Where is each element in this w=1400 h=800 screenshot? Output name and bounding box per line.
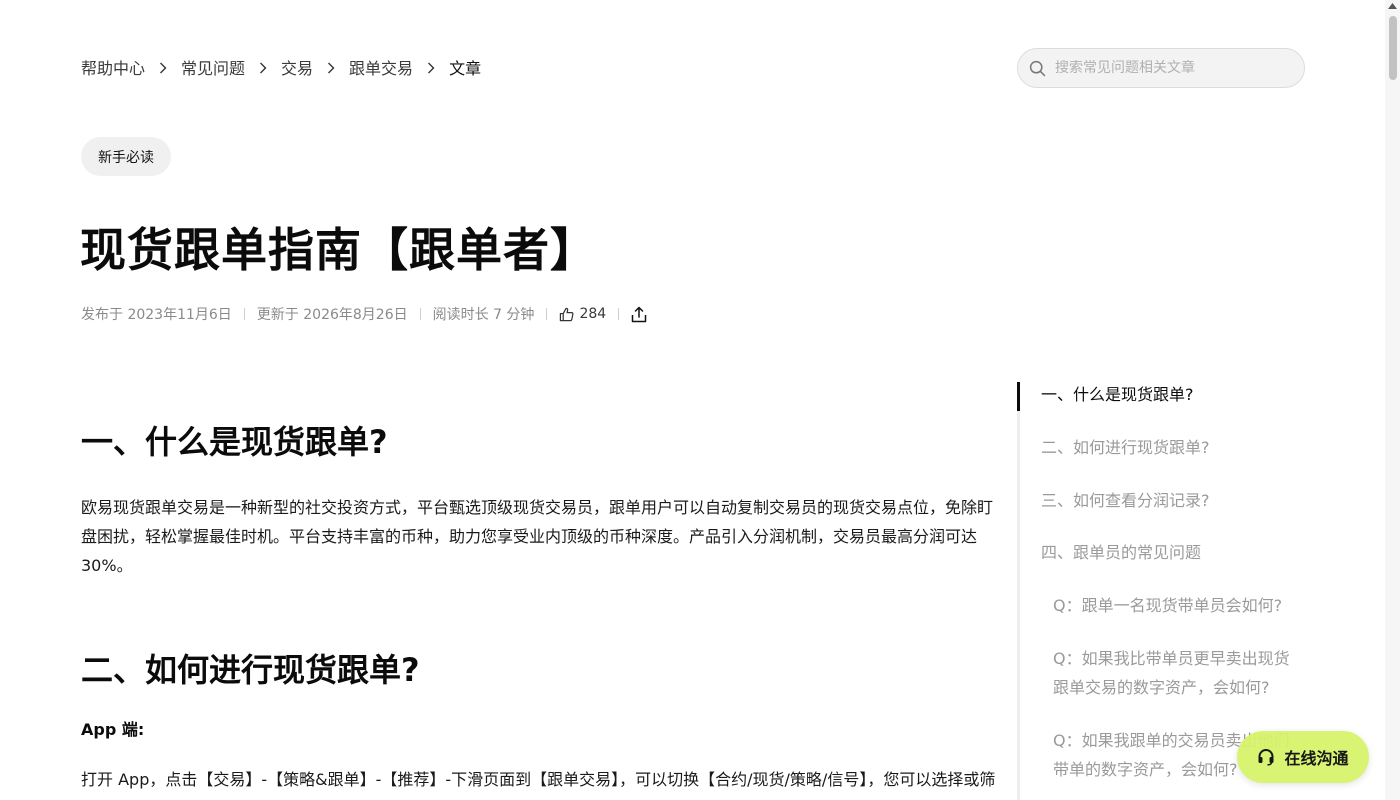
like-button[interactable]: 284 [559, 306, 606, 322]
breadcrumb-copy-trading[interactable]: 跟单交易 [349, 55, 413, 79]
online-chat-label: 在线沟通 [1284, 749, 1349, 768]
search-icon [1029, 59, 1047, 77]
breadcrumb-trading[interactable]: 交易 [281, 55, 313, 79]
breadcrumb-help-center[interactable]: 帮助中心 [81, 55, 145, 79]
meta-divider [546, 308, 548, 320]
read-time: 阅读时长 7 分钟 [432, 307, 535, 323]
scrollbar-thumb[interactable] [1389, 16, 1397, 80]
toc-item-profit-share-records[interactable]: 三、如何查看分润记录? [1041, 486, 1210, 515]
chevron-right-icon [313, 58, 349, 77]
toc-item-faq-q1[interactable]: Q：跟单一名现货带单员会如何? [1053, 591, 1303, 620]
headset-icon [1258, 748, 1274, 766]
updated-date: 更新于 2026年8月26日 [256, 307, 408, 323]
search-box[interactable] [1017, 48, 1305, 88]
meta-divider [618, 308, 620, 320]
chevron-right-icon [145, 58, 181, 77]
toc-item-how-to-copy[interactable]: 二、如何进行现货跟单? [1041, 433, 1210, 462]
page-scrollbar[interactable] [1385, 0, 1400, 800]
scroll-up-arrow-icon[interactable] [1388, 3, 1397, 9]
toc-item-faq[interactable]: 四、跟单员的常见问题 [1041, 538, 1201, 567]
share-icon [631, 306, 647, 322]
article-title: 现货跟单指南【跟单者】 [80, 223, 597, 277]
meta-divider [419, 308, 421, 320]
search-input[interactable] [1055, 60, 1285, 76]
breadcrumb: 帮助中心 常见问题 交易 跟单交易 文章 [81, 56, 481, 78]
breadcrumb-faq[interactable]: 常见问题 [181, 55, 245, 79]
like-count: 284 [579, 306, 607, 322]
section-heading: 二、如何进行现货跟单? [81, 651, 420, 689]
article-content: 一、什么是现货跟单? 欧易现货跟单交易是一种新型的社交投资方式，平台甄选顶级现货… [81, 418, 996, 800]
toc-active-indicator [1017, 382, 1020, 411]
section-subheading: App 端: [81, 720, 145, 739]
meta-divider [243, 308, 245, 320]
toc-item-faq-q2[interactable]: Q：如果我比带单员更早卖出现货跟单交易的数字资产，会如何? [1053, 644, 1303, 702]
published-date: 发布于 2023年11月6日 [81, 307, 232, 323]
section-heading: 一、什么是现货跟单? [81, 423, 388, 461]
share-button[interactable] [631, 306, 647, 323]
section-paragraph: 打开 App，点击【交易】-【策略&跟单】-【推荐】-下滑页面到【跟单交易】，可… [81, 770, 996, 800]
article-meta: 发布于 2023年11月6日 更新于 2026年8月26日 阅读时长 7 分钟 … [81, 303, 647, 325]
section-paragraph: 欧易现货跟单交易是一种新型的社交投资方式，平台甄选顶级现货交易员，跟单用户可以自… [81, 498, 994, 575]
toc-item-what-is-spot-copy[interactable]: 一、什么是现货跟单? [1041, 380, 1194, 409]
chevron-right-icon [245, 58, 281, 77]
online-chat-button[interactable]: 在线沟通 [1237, 731, 1369, 783]
category-tag[interactable]: 新手必读 [81, 137, 171, 176]
breadcrumb-current: 文章 [449, 59, 482, 78]
thumbs-up-icon [560, 307, 574, 321]
chevron-right-icon [413, 58, 449, 77]
